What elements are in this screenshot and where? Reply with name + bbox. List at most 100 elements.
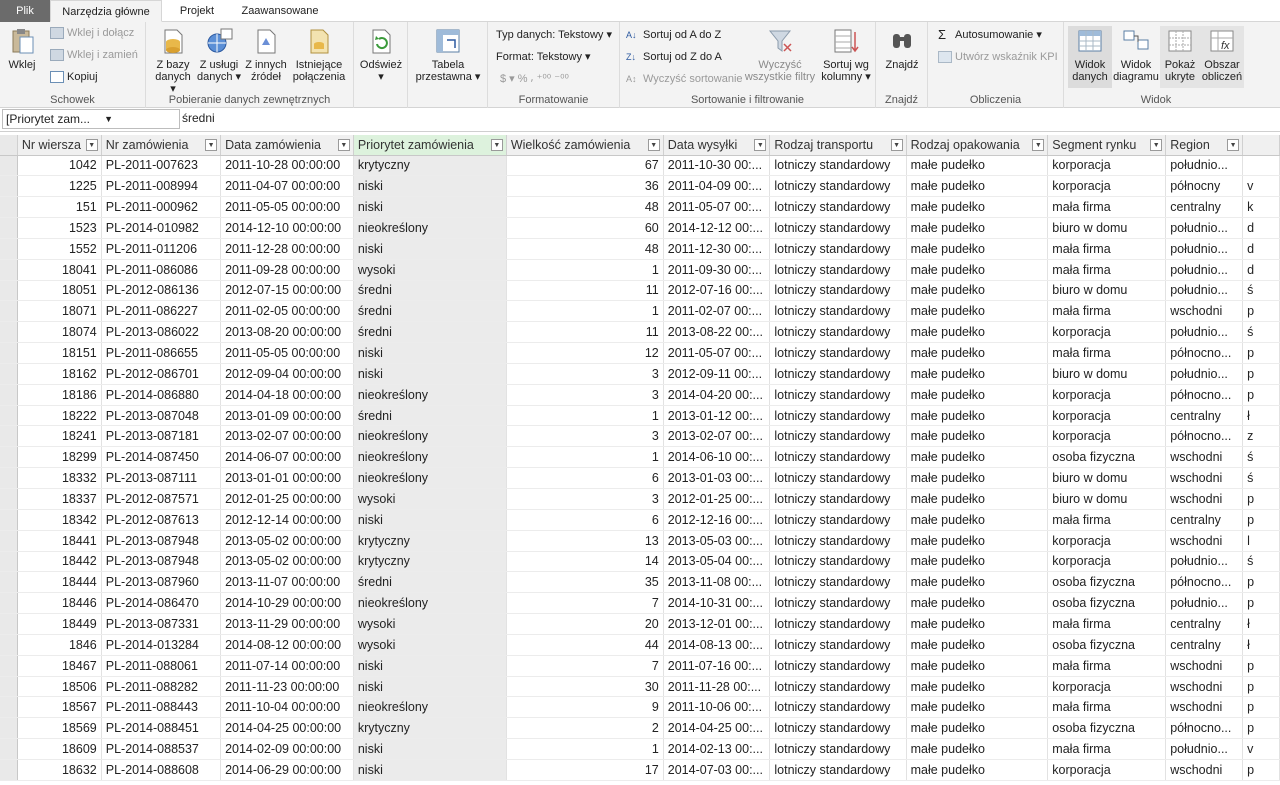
table-cell[interactable]: małe pudełko: [906, 613, 1049, 635]
table-cell[interactable]: lotniczy standardowy: [769, 425, 907, 448]
autosum-button[interactable]: Σ Autosumowanie ▾: [938, 26, 1042, 44]
table-cell[interactable]: 2013-01-03 00:...: [663, 467, 771, 489]
row-header[interactable]: [0, 676, 18, 698]
table-row[interactable]: 18186 PL-2014-086880 2014-04-18 00:00:00 ni…: [0, 384, 1280, 406]
table-cell[interactable]: 9: [506, 696, 664, 719]
table-cell[interactable]: d: [1242, 238, 1280, 260]
row-header[interactable]: [0, 467, 18, 489]
table-cell[interactable]: lotniczy standardowy: [769, 155, 907, 177]
table-cell[interactable]: lotniczy standardowy: [769, 717, 907, 740]
row-header[interactable]: [0, 759, 18, 781]
table-row[interactable]: 18222 PL-2013-087048 2013-01-09 00:00:00 śr…: [0, 405, 1280, 427]
diagram-view-button[interactable]: Widok diagramu: [1112, 26, 1160, 83]
row-header[interactable]: [0, 259, 18, 281]
table-cell[interactable]: niski: [353, 196, 507, 219]
table-cell[interactable]: małe pudełko: [906, 217, 1049, 239]
table-cell[interactable]: 2014-04-18 00:00:00: [220, 384, 354, 406]
table-cell[interactable]: lotniczy standardowy: [769, 342, 907, 364]
table-cell[interactable]: 2014-04-25 00:00:00: [220, 717, 354, 740]
table-cell[interactable]: 18609: [17, 738, 102, 760]
paste-replace-button[interactable]: Wklej i zamień: [50, 46, 138, 64]
table-row[interactable]: 18299 PL-2014-087450 2014-06-07 00:00:00 ni…: [0, 446, 1280, 469]
table-cell[interactable]: lotniczy standardowy: [769, 530, 907, 552]
table-cell[interactable]: 18241: [17, 425, 102, 448]
table-cell[interactable]: lotniczy standardowy: [769, 738, 907, 760]
table-row[interactable]: 151 PL-2011-000962 2011-05-05 00:00:00 nisk…: [0, 196, 1280, 219]
table-cell[interactable]: 2012-12-14 00:00:00: [220, 509, 354, 531]
table-cell[interactable]: PL-2013-086022: [101, 321, 222, 344]
table-cell[interactable]: PL-2011-011206: [101, 238, 222, 260]
table-cell[interactable]: południo...: [1165, 280, 1244, 302]
table-cell[interactable]: małe pudełko: [906, 696, 1049, 719]
table-cell[interactable]: 67: [506, 155, 664, 177]
create-kpi-button[interactable]: Utwórz wskaźnik KPI: [938, 48, 1058, 66]
tab-advanced[interactable]: Zaawansowane: [230, 0, 330, 22]
table-cell[interactable]: biuro w domu: [1047, 467, 1167, 489]
row-header[interactable]: [0, 425, 18, 448]
table-cell[interactable]: południo...: [1165, 155, 1244, 177]
filter-dropdown-icon[interactable]: ▼: [490, 139, 503, 151]
table-cell[interactable]: 6: [506, 467, 664, 489]
table-cell[interactable]: nieokreślony: [353, 592, 507, 615]
table-row[interactable]: 1523 PL-2014-010982 2014-12-10 00:00:00 nie…: [0, 217, 1280, 239]
table-cell[interactable]: 18074: [17, 321, 102, 344]
table-cell[interactable]: niski: [353, 238, 507, 260]
table-cell[interactable]: małe pudełko: [906, 592, 1049, 615]
table-cell[interactable]: niski: [353, 342, 507, 364]
table-cell[interactable]: PL-2013-087111: [101, 467, 222, 489]
data-view-button[interactable]: Widok danych: [1068, 26, 1112, 88]
table-cell[interactable]: 2013-05-02 00:00:00: [220, 530, 354, 552]
table-row[interactable]: 1042 PL-2011-007623 2011-10-28 00:00:00 kry…: [0, 155, 1280, 177]
table-cell[interactable]: 12: [506, 342, 664, 364]
table-cell[interactable]: małe pudełko: [906, 425, 1049, 448]
table-cell[interactable]: mała firma: [1047, 238, 1167, 260]
table-row[interactable]: 1225 PL-2011-008994 2011-04-07 00:00:00 nis…: [0, 175, 1280, 198]
table-row[interactable]: 18074 PL-2013-086022 2013-08-20 00:00:00 śr…: [0, 321, 1280, 344]
table-row[interactable]: 18337 PL-2012-087571 2012-01-25 00:00:00 wy…: [0, 488, 1280, 510]
table-cell[interactable]: 18337: [17, 488, 102, 510]
table-cell[interactable]: centralny: [1165, 634, 1244, 656]
table-cell[interactable]: 2012-01-25 00:00:00: [220, 488, 354, 510]
pivot-table-button[interactable]: Tabela przestawna ▾: [414, 26, 482, 83]
table-cell[interactable]: lotniczy standardowy: [769, 259, 907, 281]
table-cell[interactable]: 3: [506, 384, 664, 406]
table-cell[interactable]: małe pudełko: [906, 488, 1049, 510]
table-cell[interactable]: ś: [1242, 446, 1280, 469]
table-cell[interactable]: mała firma: [1047, 300, 1167, 323]
table-cell[interactable]: 1846: [17, 634, 102, 656]
table-cell[interactable]: niski: [353, 175, 507, 198]
table-cell[interactable]: 2014-12-10 00:00:00: [220, 217, 354, 239]
row-header[interactable]: [0, 488, 18, 510]
table-cell[interactable]: wschodni: [1165, 446, 1244, 469]
table-cell[interactable]: południo...: [1165, 217, 1244, 239]
table-cell[interactable]: małe pudełko: [906, 655, 1049, 677]
table-cell[interactable]: nieokreślony: [353, 425, 507, 448]
table-row[interactable]: 18041 PL-2011-086086 2011-09-28 00:00:00 wy…: [0, 259, 1280, 281]
table-cell[interactable]: 1523: [17, 217, 102, 239]
table-cell[interactable]: małe pudełko: [906, 280, 1049, 302]
table-cell[interactable]: 18151: [17, 342, 102, 364]
table-cell[interactable]: lotniczy standardowy: [769, 467, 907, 489]
copy-button[interactable]: Kopiuj: [50, 68, 98, 86]
name-box[interactable]: [Priorytet zam... ▼: [2, 109, 180, 129]
table-cell[interactable]: PL-2012-087613: [101, 509, 222, 531]
table-cell[interactable]: małe pudełko: [906, 676, 1049, 698]
table-cell[interactable]: lotniczy standardowy: [769, 300, 907, 323]
show-hidden-button[interactable]: Pokaż ukryte: [1160, 26, 1200, 88]
clear-all-filters-button[interactable]: Wyczyść wszystkie filtry: [744, 26, 816, 83]
table-cell[interactable]: krytyczny: [353, 551, 507, 573]
table-cell[interactable]: 2013-05-03 00:...: [663, 530, 771, 552]
table-cell[interactable]: 1: [506, 405, 664, 427]
table-cell[interactable]: 2014-10-31 00:...: [663, 592, 771, 615]
table-cell[interactable]: 18162: [17, 363, 102, 385]
table-cell[interactable]: 2011-07-16 00:...: [663, 655, 771, 677]
table-cell[interactable]: lotniczy standardowy: [769, 280, 907, 302]
table-row[interactable]: 18569 PL-2014-088451 2014-04-25 00:00:00 kr…: [0, 717, 1280, 740]
table-cell[interactable]: małe pudełko: [906, 384, 1049, 406]
table-cell[interactable]: 2012-12-16 00:...: [663, 509, 771, 531]
table-cell[interactable]: 2014-06-29 00:00:00: [220, 759, 354, 781]
table-cell[interactable]: biuro w domu: [1047, 363, 1167, 385]
table-cell[interactable]: 3: [506, 363, 664, 385]
table-cell[interactable]: 18632: [17, 759, 102, 781]
table-cell[interactable]: 2011-05-05 00:00:00: [220, 342, 354, 364]
